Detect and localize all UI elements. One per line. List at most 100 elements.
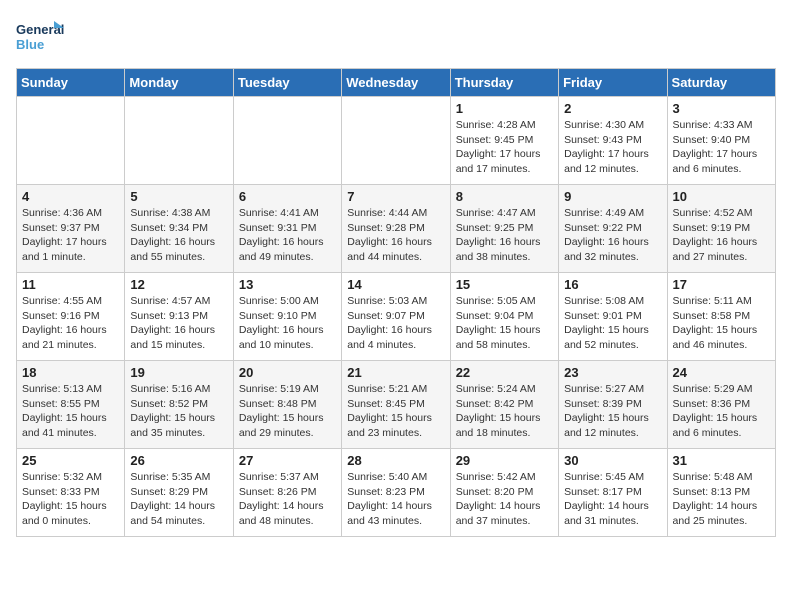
day-number-27: 27: [239, 453, 336, 468]
header: General Blue: [16, 16, 776, 60]
day-info-29: Sunrise: 5:42 AM Sunset: 8:20 PM Dayligh…: [456, 470, 553, 529]
day-number-18: 18: [22, 365, 119, 380]
day-number-15: 15: [456, 277, 553, 292]
weekday-header-sunday: Sunday: [17, 69, 125, 97]
day-cell-empty: [125, 97, 233, 185]
day-info-1: Sunrise: 4:28 AM Sunset: 9:45 PM Dayligh…: [456, 118, 553, 177]
day-info-4: Sunrise: 4:36 AM Sunset: 9:37 PM Dayligh…: [22, 206, 119, 265]
day-cell-10: 10 Sunrise: 4:52 AM Sunset: 9:19 PM Dayli…: [667, 185, 775, 273]
day-number-6: 6: [239, 189, 336, 204]
week-row-5: 25 Sunrise: 5:32 AM Sunset: 8:33 PM Dayli…: [17, 449, 776, 537]
day-cell-8: 8 Sunrise: 4:47 AM Sunset: 9:25 PM Daylig…: [450, 185, 558, 273]
day-number-4: 4: [22, 189, 119, 204]
day-number-31: 31: [673, 453, 770, 468]
day-info-21: Sunrise: 5:21 AM Sunset: 8:45 PM Dayligh…: [347, 382, 444, 441]
day-info-23: Sunrise: 5:27 AM Sunset: 8:39 PM Dayligh…: [564, 382, 661, 441]
day-number-21: 21: [347, 365, 444, 380]
day-cell-24: 24 Sunrise: 5:29 AM Sunset: 8:36 PM Dayli…: [667, 361, 775, 449]
day-cell-20: 20Sunrise: 5:19 AM Sunset: 8:48 PM Dayli…: [233, 361, 341, 449]
day-number-7: 7: [347, 189, 444, 204]
day-info-8: Sunrise: 4:47 AM Sunset: 9:25 PM Dayligh…: [456, 206, 553, 265]
day-info-11: Sunrise: 4:55 AM Sunset: 9:16 PM Dayligh…: [22, 294, 119, 353]
day-cell-18: 18 Sunrise: 5:13 AM Sunset: 8:55 PM Dayli…: [17, 361, 125, 449]
day-number-13: 13: [239, 277, 336, 292]
day-number-1: 1: [456, 101, 553, 116]
day-cell-11: 11Sunrise: 4:55 AM Sunset: 9:16 PM Dayli…: [17, 273, 125, 361]
day-cell-19: 19 Sunrise: 5:16 AM Sunset: 8:52 PM Dayli…: [125, 361, 233, 449]
day-number-19: 19: [130, 365, 227, 380]
day-info-16: Sunrise: 5:08 AM Sunset: 9:01 PM Dayligh…: [564, 294, 661, 353]
weekday-header-friday: Friday: [559, 69, 667, 97]
day-number-30: 30: [564, 453, 661, 468]
day-number-14: 14: [347, 277, 444, 292]
week-row-2: 4 Sunrise: 4:36 AM Sunset: 9:37 PM Daylig…: [17, 185, 776, 273]
day-cell-3: 3Sunrise: 4:33 AM Sunset: 9:40 PM Daylig…: [667, 97, 775, 185]
day-info-5: Sunrise: 4:38 AM Sunset: 9:34 PM Dayligh…: [130, 206, 227, 265]
day-cell-empty: [233, 97, 341, 185]
day-cell-26: 26 Sunrise: 5:35 AM Sunset: 8:29 PM Dayli…: [125, 449, 233, 537]
logo: General Blue: [16, 16, 64, 60]
day-info-15: Sunrise: 5:05 AM Sunset: 9:04 PM Dayligh…: [456, 294, 553, 353]
day-cell-14: 14 Sunrise: 5:03 AM Sunset: 9:07 PM Dayli…: [342, 273, 450, 361]
logo-svg: General Blue: [16, 16, 64, 60]
weekday-header-tuesday: Tuesday: [233, 69, 341, 97]
day-number-22: 22: [456, 365, 553, 380]
day-number-2: 2: [564, 101, 661, 116]
day-cell-6: 6 Sunrise: 4:41 AM Sunset: 9:31 PM Daylig…: [233, 185, 341, 273]
day-cell-31: 31 Sunrise: 5:48 AM Sunset: 8:13 PM Dayli…: [667, 449, 775, 537]
day-info-31: Sunrise: 5:48 AM Sunset: 8:13 PM Dayligh…: [673, 470, 770, 529]
day-number-8: 8: [456, 189, 553, 204]
weekday-header-row: SundayMondayTuesdayWednesdayThursdayFrid…: [17, 69, 776, 97]
week-row-4: 18 Sunrise: 5:13 AM Sunset: 8:55 PM Dayli…: [17, 361, 776, 449]
day-cell-23: 23 Sunrise: 5:27 AM Sunset: 8:39 PM Dayli…: [559, 361, 667, 449]
week-row-1: 1 Sunrise: 4:28 AM Sunset: 9:45 PM Daylig…: [17, 97, 776, 185]
day-number-29: 29: [456, 453, 553, 468]
day-cell-22: 22Sunrise: 5:24 AM Sunset: 8:42 PM Dayli…: [450, 361, 558, 449]
day-number-3: 3: [673, 101, 770, 116]
day-info-30: Sunrise: 5:45 AM Sunset: 8:17 PM Dayligh…: [564, 470, 661, 529]
day-info-17: Sunrise: 5:11 AM Sunset: 8:58 PM Dayligh…: [673, 294, 770, 353]
day-number-20: 20: [239, 365, 336, 380]
day-cell-21: 21 Sunrise: 5:21 AM Sunset: 8:45 PM Dayli…: [342, 361, 450, 449]
weekday-header-wednesday: Wednesday: [342, 69, 450, 97]
day-cell-7: 7 Sunrise: 4:44 AM Sunset: 9:28 PM Daylig…: [342, 185, 450, 273]
day-cell-16: 16 Sunrise: 5:08 AM Sunset: 9:01 PM Dayli…: [559, 273, 667, 361]
day-cell-1: 1 Sunrise: 4:28 AM Sunset: 9:45 PM Daylig…: [450, 97, 558, 185]
day-cell-29: 29 Sunrise: 5:42 AM Sunset: 8:20 PM Dayli…: [450, 449, 558, 537]
day-info-14: Sunrise: 5:03 AM Sunset: 9:07 PM Dayligh…: [347, 294, 444, 353]
day-cell-12: 12 Sunrise: 4:57 AM Sunset: 9:13 PM Dayli…: [125, 273, 233, 361]
day-number-23: 23: [564, 365, 661, 380]
day-info-25: Sunrise: 5:32 AM Sunset: 8:33 PM Dayligh…: [22, 470, 119, 529]
day-cell-13: 13Sunrise: 5:00 AM Sunset: 9:10 PM Dayli…: [233, 273, 341, 361]
day-number-12: 12: [130, 277, 227, 292]
day-info-6: Sunrise: 4:41 AM Sunset: 9:31 PM Dayligh…: [239, 206, 336, 265]
weekday-header-monday: Monday: [125, 69, 233, 97]
week-row-3: 11Sunrise: 4:55 AM Sunset: 9:16 PM Dayli…: [17, 273, 776, 361]
day-info-2: Sunrise: 4:30 AM Sunset: 9:43 PM Dayligh…: [564, 118, 661, 177]
day-info-12: Sunrise: 4:57 AM Sunset: 9:13 PM Dayligh…: [130, 294, 227, 353]
day-cell-9: 9 Sunrise: 4:49 AM Sunset: 9:22 PM Daylig…: [559, 185, 667, 273]
day-info-28: Sunrise: 5:40 AM Sunset: 8:23 PM Dayligh…: [347, 470, 444, 529]
calendar-table: SundayMondayTuesdayWednesdayThursdayFrid…: [16, 68, 776, 537]
day-cell-empty: [17, 97, 125, 185]
day-number-9: 9: [564, 189, 661, 204]
day-number-16: 16: [564, 277, 661, 292]
day-cell-15: 15 Sunrise: 5:05 AM Sunset: 9:04 PM Dayli…: [450, 273, 558, 361]
day-number-26: 26: [130, 453, 227, 468]
day-info-10: Sunrise: 4:52 AM Sunset: 9:19 PM Dayligh…: [673, 206, 770, 265]
day-number-24: 24: [673, 365, 770, 380]
day-cell-17: 17 Sunrise: 5:11 AM Sunset: 8:58 PM Dayli…: [667, 273, 775, 361]
day-info-27: Sunrise: 5:37 AM Sunset: 8:26 PM Dayligh…: [239, 470, 336, 529]
day-cell-30: 30 Sunrise: 5:45 AM Sunset: 8:17 PM Dayli…: [559, 449, 667, 537]
day-info-7: Sunrise: 4:44 AM Sunset: 9:28 PM Dayligh…: [347, 206, 444, 265]
day-number-28: 28: [347, 453, 444, 468]
day-number-10: 10: [673, 189, 770, 204]
day-info-18: Sunrise: 5:13 AM Sunset: 8:55 PM Dayligh…: [22, 382, 119, 441]
day-info-9: Sunrise: 4:49 AM Sunset: 9:22 PM Dayligh…: [564, 206, 661, 265]
day-number-25: 25: [22, 453, 119, 468]
day-cell-empty: [342, 97, 450, 185]
day-number-17: 17: [673, 277, 770, 292]
day-info-24: Sunrise: 5:29 AM Sunset: 8:36 PM Dayligh…: [673, 382, 770, 441]
day-info-19: Sunrise: 5:16 AM Sunset: 8:52 PM Dayligh…: [130, 382, 227, 441]
day-info-26: Sunrise: 5:35 AM Sunset: 8:29 PM Dayligh…: [130, 470, 227, 529]
